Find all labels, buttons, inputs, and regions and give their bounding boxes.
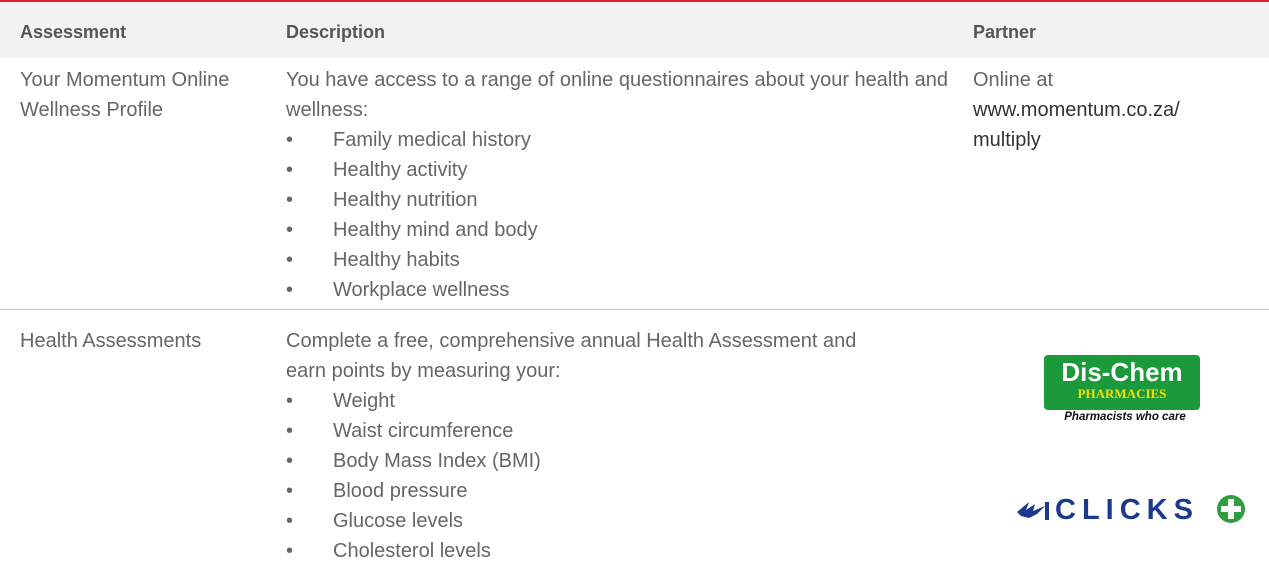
list-item: Healthy nutrition [286, 185, 956, 215]
list-item: Blood pressure [286, 476, 886, 506]
partner-cell: Online at www.momentum.co.za/ multiply [973, 65, 1253, 155]
description-cell: You have access to a range of online que… [286, 65, 956, 305]
measurement-list: Weight Waist circumference Body Mass Ind… [286, 386, 886, 566]
clicks-logo: CLICKS [1015, 490, 1250, 530]
green-plus-icon [1217, 495, 1245, 523]
dischem-logo-name: Dis-Chem [1061, 357, 1183, 387]
partner-prefix: Online at [973, 69, 1054, 91]
header-partner: Partner [973, 22, 1037, 42]
clicks-bird-icon [1017, 502, 1049, 520]
table-header: Assessment Description Partner [0, 2, 1269, 58]
dischem-logo-box: Dis-Chem PHARMACIES [1044, 355, 1200, 410]
momentum-multiply-link[interactable]: www.momentum.co.za/ multiply [973, 95, 1253, 155]
description-intro: Complete a free, comprehensive annual He… [286, 330, 857, 382]
header-assessment: Assessment [20, 22, 127, 42]
header-description: Description [286, 22, 386, 42]
link-line-1: www.momentum.co.za/ [973, 99, 1180, 121]
list-item: Waist circumference [286, 416, 886, 446]
list-item: Healthy habits [286, 245, 956, 275]
list-item: Workplace wellness [286, 275, 956, 305]
list-item: Body Mass Index (BMI) [286, 446, 886, 476]
link-line-2: multiply [973, 129, 1041, 151]
assessment-name: Health Assessments [20, 330, 202, 352]
description-intro: You have access to a range of online que… [286, 69, 948, 121]
assessment-name: Your Momentum Online Wellness Profile [20, 69, 230, 121]
clicks-logo-name: CLICKS [1055, 494, 1199, 526]
list-item: Cholesterol levels [286, 536, 886, 566]
list-item: Healthy activity [286, 155, 956, 185]
list-item: Glucose levels [286, 506, 886, 536]
dischem-logo: Dis-Chem PHARMACIES Pharmacists who care [1040, 355, 1220, 435]
list-item: Weight [286, 386, 886, 416]
table-row: Your Momentum Online Wellness Profile Yo… [0, 58, 1269, 310]
description-cell: Complete a free, comprehensive annual He… [286, 326, 886, 566]
dischem-logo-sub: PHARMACIES [1077, 386, 1167, 401]
dischem-tagline: Pharmacists who care [1064, 411, 1186, 423]
list-item: Healthy mind and body [286, 215, 956, 245]
list-item: Family medical history [286, 125, 956, 155]
questionnaire-list: Family medical history Healthy activity … [286, 125, 956, 305]
